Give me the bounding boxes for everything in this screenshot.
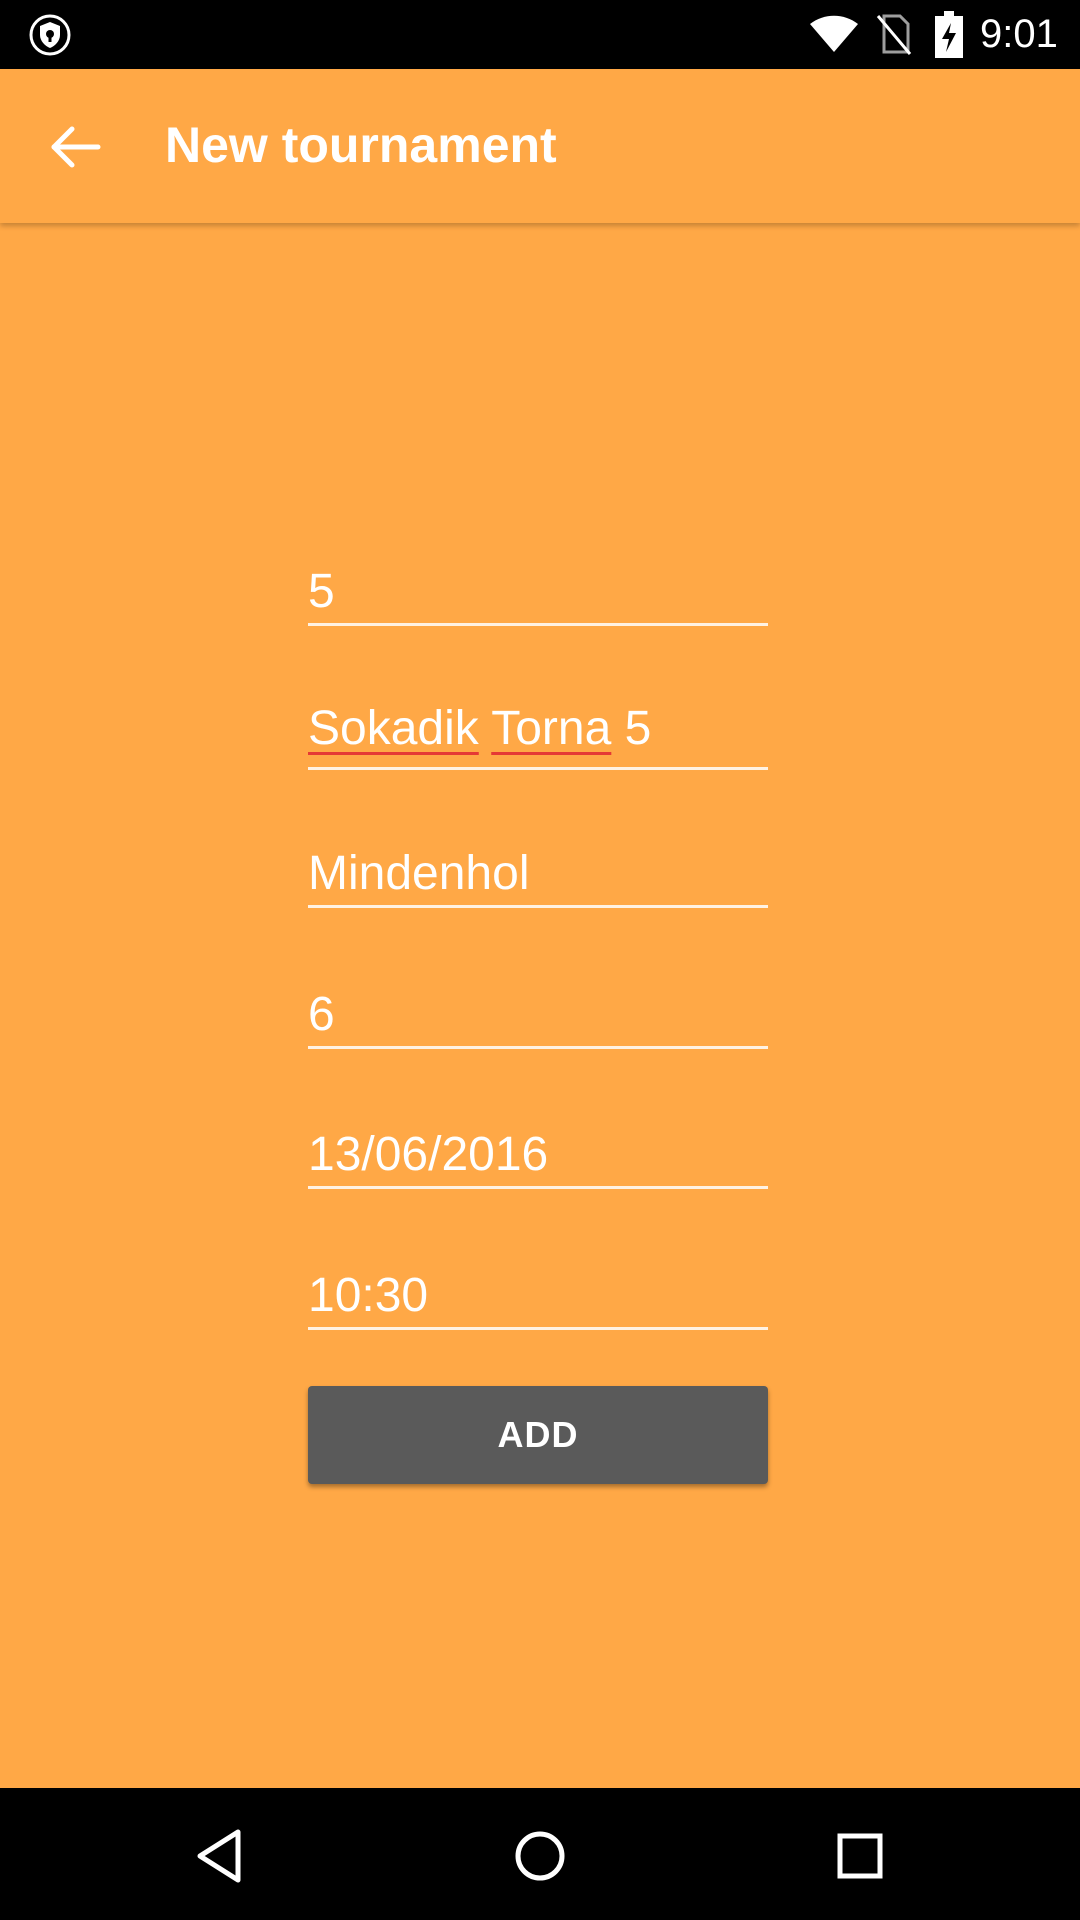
app-bar: New tournament <box>0 69 1080 223</box>
id-field[interactable] <box>308 560 768 626</box>
tournament-name-field[interactable]: Sokadik Torna 5 <box>308 692 768 770</box>
name-word-3: 5 <box>624 702 652 755</box>
date-field[interactable] <box>308 1123 768 1189</box>
arrow-back-icon[interactable] <box>36 117 116 177</box>
shield-icon <box>29 14 71 56</box>
name-word-1: Sokadik <box>308 702 479 755</box>
location-field[interactable] <box>308 842 768 908</box>
page-title: New tournament <box>165 117 557 173</box>
recents-square-icon[interactable] <box>828 1824 892 1888</box>
add-button[interactable]: ADD <box>308 1386 768 1484</box>
battery-charging-icon <box>935 11 963 58</box>
home-circle-icon[interactable] <box>508 1824 572 1888</box>
status-bar: 9:01 <box>0 0 1080 69</box>
number-field[interactable] <box>308 983 768 1049</box>
clock: 9:01 <box>980 12 1058 56</box>
no-sim-icon <box>876 14 912 55</box>
back-triangle-icon[interactable] <box>188 1824 252 1888</box>
time-field[interactable] <box>308 1264 768 1330</box>
wifi-icon <box>810 15 858 52</box>
navigation-bar <box>0 1788 1080 1920</box>
name-word-2: Torna <box>491 702 612 755</box>
